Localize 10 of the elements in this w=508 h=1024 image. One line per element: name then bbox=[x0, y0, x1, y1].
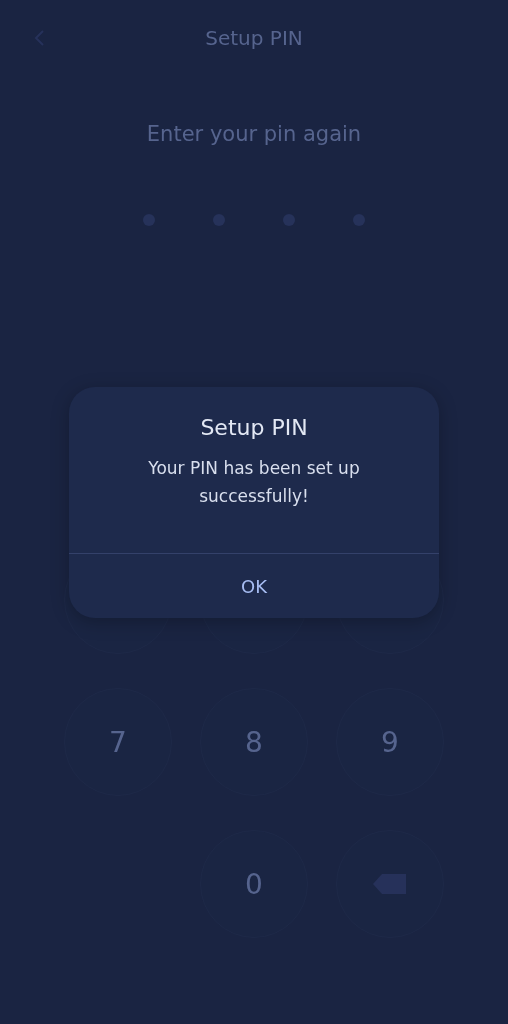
instruction-text: Enter your pin again bbox=[146, 122, 362, 146]
ok-button[interactable]: OK bbox=[69, 554, 439, 618]
dialog-title: Setup PIN bbox=[200, 415, 308, 440]
keypad-key[interactable]: 7 bbox=[64, 688, 172, 796]
keypad-key[interactable]: 8 bbox=[200, 688, 308, 796]
screen-title: Setup PIN bbox=[205, 26, 303, 50]
keypad-key[interactable]: 9 bbox=[336, 688, 444, 796]
dialog-message: Your PIN has been set up successfully! bbox=[147, 457, 361, 508]
back-icon[interactable] bbox=[34, 30, 46, 46]
keypad-key[interactable]: 0 bbox=[200, 830, 308, 938]
